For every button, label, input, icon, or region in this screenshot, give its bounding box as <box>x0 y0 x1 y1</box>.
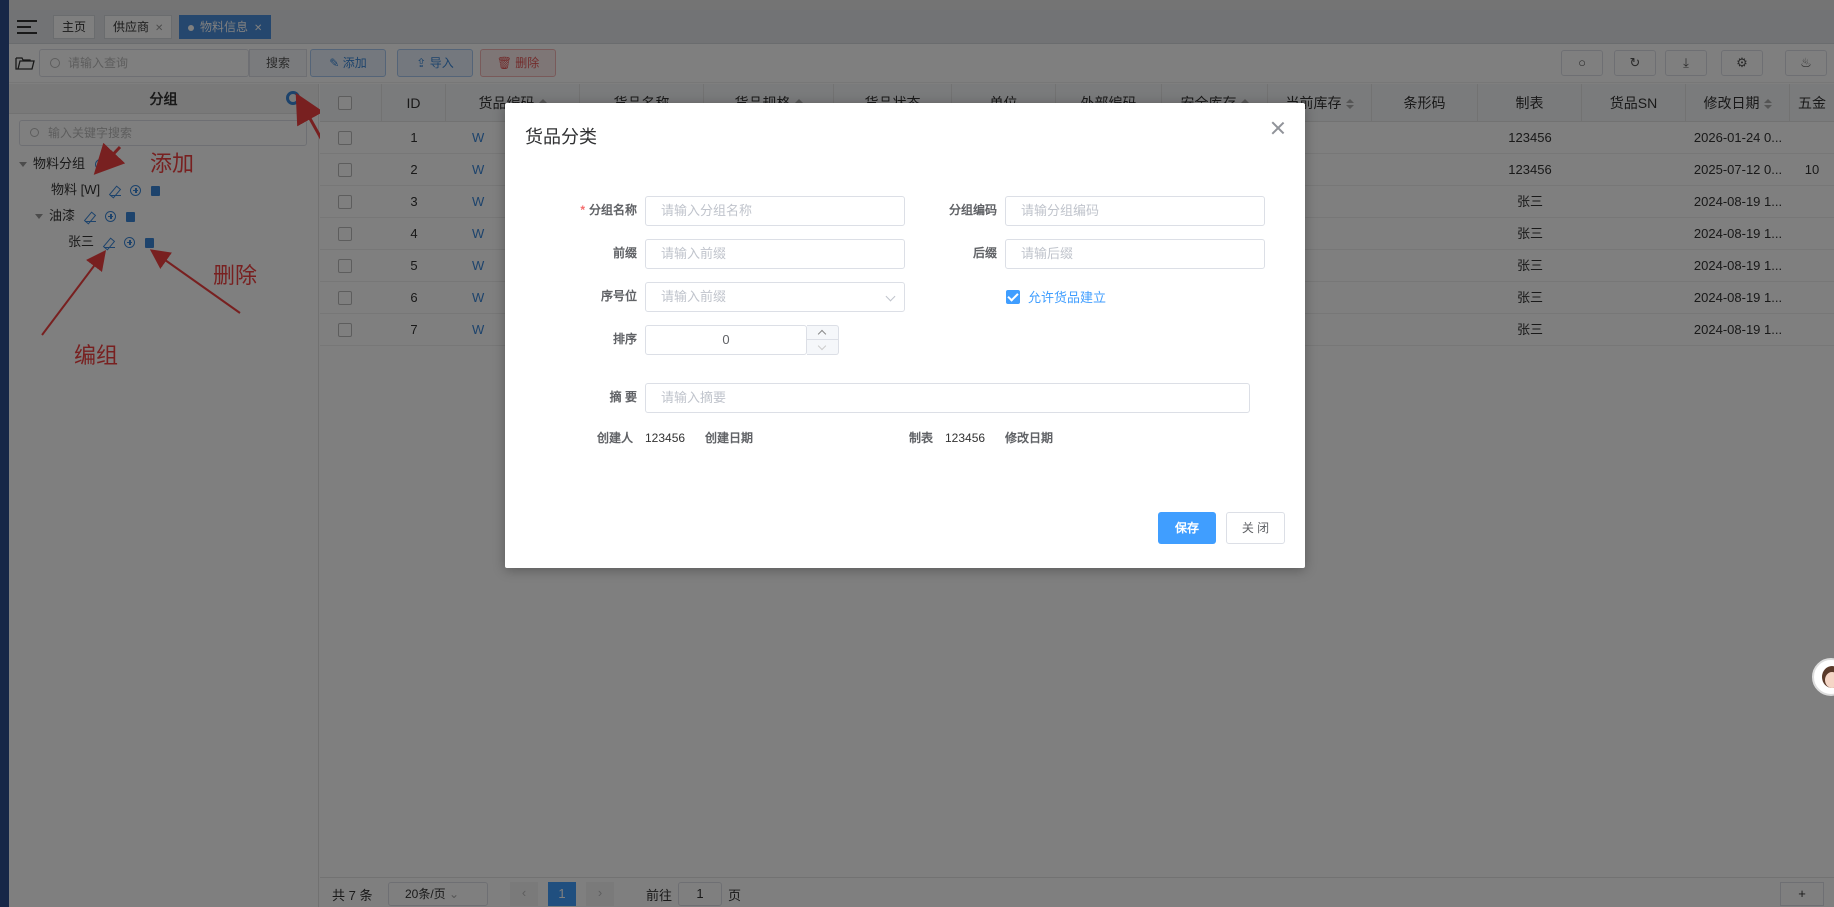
creator-label: 创建人 <box>597 431 634 445</box>
prefix-label: 前缀 <box>612 246 637 260</box>
close-button[interactable]: 关 闭 <box>1226 512 1285 544</box>
seq-label: 序号位 <box>600 289 637 303</box>
sort-label: 排序 <box>612 332 637 346</box>
increase-icon[interactable] <box>807 326 838 340</box>
summary-input[interactable]: 请输入摘要 <box>645 383 1250 413</box>
group-name-input[interactable]: 请输入分组名称 <box>645 196 905 226</box>
chevron-down-icon <box>885 291 896 302</box>
summary-label: 摘 要 <box>609 390 637 404</box>
dialog-title: 货品分类 <box>525 127 597 147</box>
group-name-label: * 分组名称 <box>580 203 637 217</box>
decrease-icon[interactable] <box>807 341 838 355</box>
modified-date-label: 修改日期 <box>1005 431 1054 445</box>
allow-goods-checkbox[interactable] <box>1006 290 1020 304</box>
created-date-label: 创建日期 <box>705 431 754 445</box>
required-mark: * <box>580 203 585 217</box>
maker-value: 123456 <box>945 431 986 445</box>
maker-label: 制表 <box>909 431 934 445</box>
save-button[interactable]: 保存 <box>1158 512 1216 544</box>
creator-value: 123456 <box>645 431 686 445</box>
prefix-input[interactable]: 请输入前缀 <box>645 239 905 269</box>
sort-input[interactable]: 0 <box>645 325 807 355</box>
sort-stepper <box>807 325 839 355</box>
goods-category-dialog: 货品分类 * 分组名称 请输入分组名称 分组编码 请输分组编码 前缀 请输入前缀 … <box>505 103 1305 568</box>
close-icon[interactable] <box>1271 121 1285 135</box>
suffix-input[interactable]: 请输后缀 <box>1005 239 1265 269</box>
group-code-input[interactable]: 请输分组编码 <box>1005 196 1265 226</box>
allow-goods-label[interactable]: 允许货品建立 <box>1028 287 1106 306</box>
group-code-label: 分组编码 <box>948 203 997 217</box>
seq-select[interactable]: 请输入前缀 <box>645 282 905 312</box>
suffix-label: 后缀 <box>972 246 997 260</box>
